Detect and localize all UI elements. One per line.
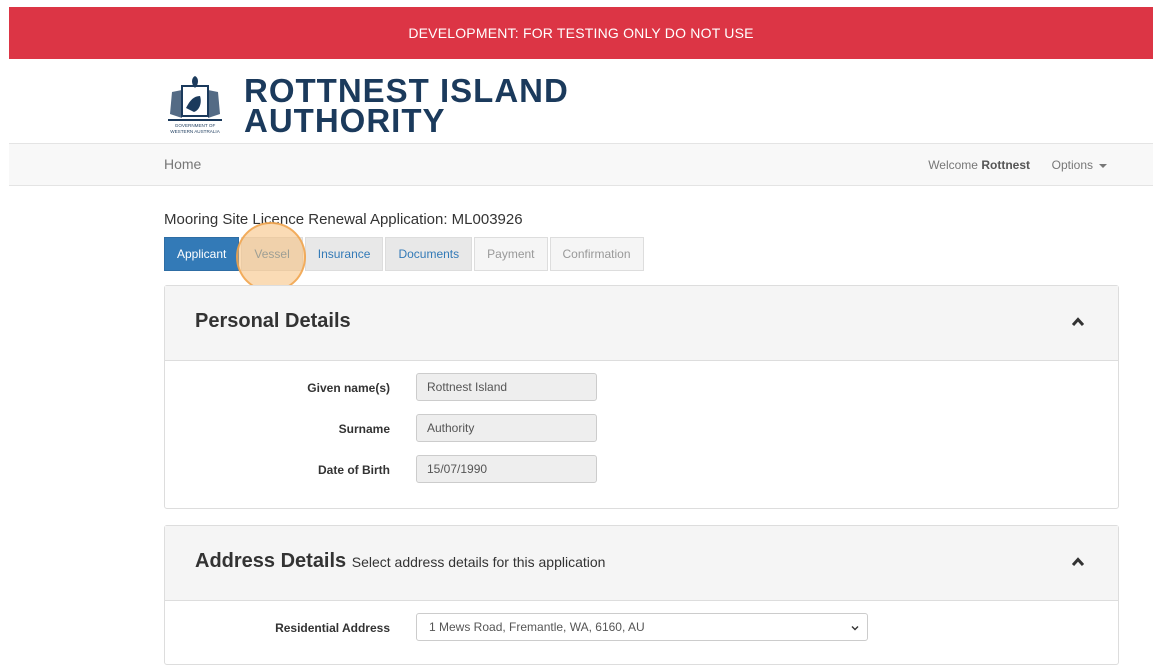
development-banner: DEVELOPMENT: FOR TESTING ONLY DO NOT USE: [9, 7, 1153, 59]
address-details-heading[interactable]: Address Details Select address details f…: [165, 526, 1118, 601]
personal-details-title: Personal Details: [195, 310, 351, 332]
address-details-title: Address Details Select address details f…: [195, 550, 605, 573]
banner-text: DEVELOPMENT: FOR TESTING ONLY DO NOT USE: [408, 25, 754, 41]
address-details-subtitle: Select address details for this applicat…: [351, 554, 606, 570]
residential-address-row: Residential Address 1 Mews Road, Fremant…: [165, 613, 1118, 643]
logo-line-2: AUTHORITY: [244, 102, 446, 139]
tab-confirmation: Confirmation: [549, 237, 644, 271]
crest-caption-1: GOVERNMENT OF: [175, 123, 216, 128]
residential-address-select[interactable]: 1 Mews Road, Fremantle, WA, 6160, AU: [416, 613, 868, 641]
tab-payment: Payment: [474, 237, 548, 271]
personal-details-panel: Personal Details Given name(s) Surname D…: [164, 285, 1119, 509]
residential-address-label: Residential Address: [275, 621, 390, 635]
logo-wordmark: ROTTNEST ISLAND AUTHORITY: [244, 74, 569, 139]
tab-insurance[interactable]: Insurance: [304, 237, 384, 271]
page-title: Mooring Site Licence Renewal Application…: [164, 211, 523, 228]
given-name-field[interactable]: [416, 373, 597, 401]
tab-documents[interactable]: Documents: [385, 237, 473, 271]
address-details-panel: Address Details Select address details f…: [164, 525, 1119, 665]
top-navbar: Home Welcome Rottnest Options: [9, 143, 1153, 186]
caret-down-icon: [1099, 163, 1107, 168]
surname-row: Surname: [165, 414, 1118, 444]
welcome-text: Welcome Rottnest: [928, 158, 1030, 172]
date-of-birth-row: Date of Birth: [165, 455, 1118, 485]
given-name-label: Given name(s): [307, 381, 390, 395]
welcome-user: Rottnest: [981, 158, 1030, 172]
tab-vessel[interactable]: Vessel: [241, 237, 303, 271]
chevron-down-icon: [851, 626, 859, 631]
address-details-title-text: Address Details: [195, 550, 347, 572]
given-name-row: Given name(s): [165, 373, 1118, 403]
options-dropdown[interactable]: Options: [1052, 158, 1107, 172]
tab-applicant[interactable]: Applicant: [164, 237, 240, 271]
residential-address-value: 1 Mews Road, Fremantle, WA, 6160, AU: [429, 620, 645, 634]
chevron-up-icon[interactable]: [1072, 316, 1084, 328]
nav-home-link[interactable]: Home: [164, 156, 201, 172]
crest-icon: GOVERNMENT OF WESTERN AUSTRALIA: [168, 76, 222, 134]
crest-caption-2: WESTERN AUSTRALIA: [170, 129, 220, 134]
options-label: Options: [1051, 158, 1093, 172]
chevron-up-icon[interactable]: [1072, 556, 1084, 568]
surname-field[interactable]: [416, 414, 597, 442]
application-tabs: Applicant Vessel Insurance Documents Pay…: [164, 237, 646, 271]
rottnest-logo[interactable]: GOVERNMENT OF WESTERN AUSTRALIA ROTTNEST…: [164, 74, 569, 139]
personal-details-heading[interactable]: Personal Details: [165, 286, 1118, 361]
date-of-birth-label: Date of Birth: [318, 463, 390, 477]
date-of-birth-field[interactable]: [416, 455, 597, 483]
surname-label: Surname: [338, 422, 390, 436]
welcome-prefix: Welcome: [928, 158, 978, 172]
